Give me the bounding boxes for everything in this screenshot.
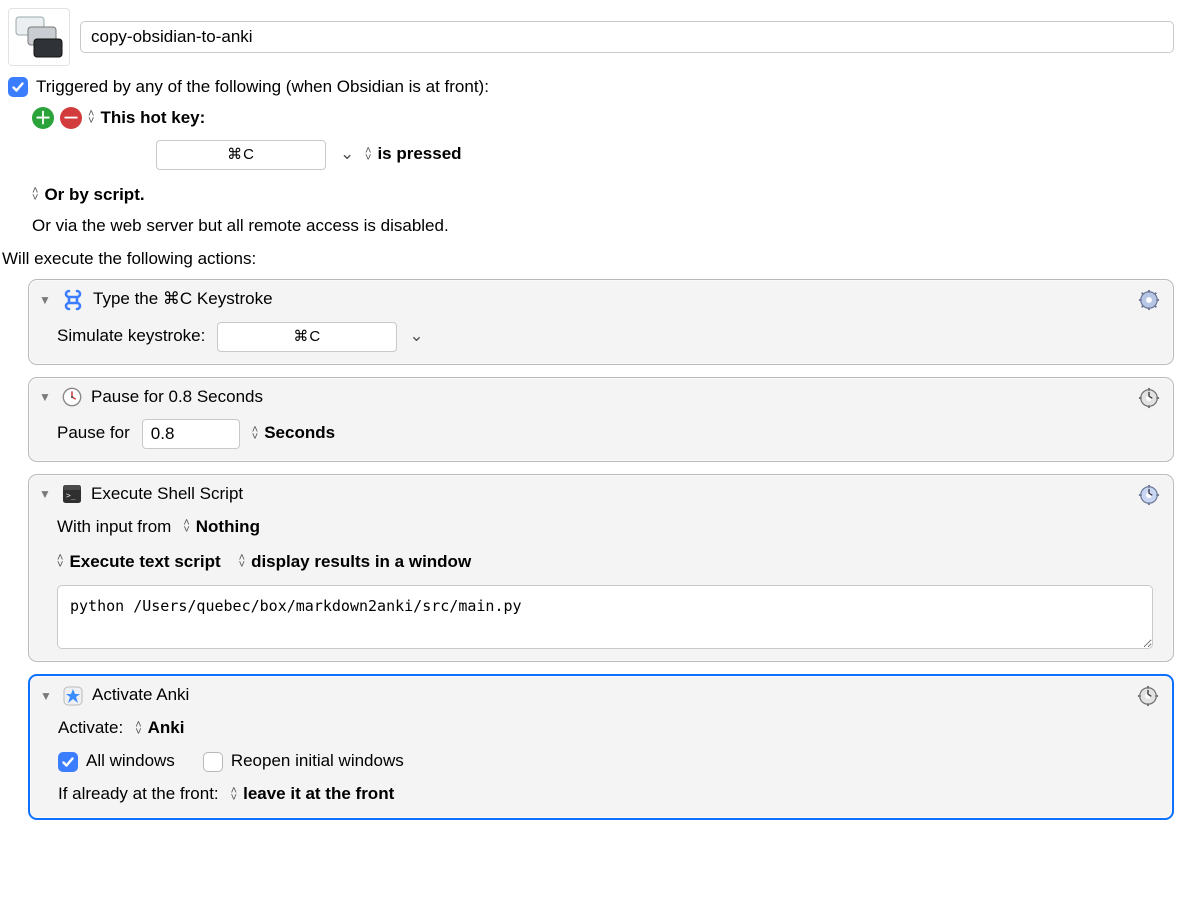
- gear-icon[interactable]: [1135, 384, 1163, 412]
- actions-heading: Will execute the following actions:: [0, 242, 1184, 279]
- hotkey-mode-stepper[interactable]: ˄˅: [365, 148, 371, 162]
- add-trigger-button[interactable]: ＋: [32, 107, 54, 129]
- action-title: Execute Shell Script: [91, 483, 243, 506]
- pause-unit-stepper[interactable]: ˄˅: [252, 427, 258, 441]
- macro-icon[interactable]: [8, 8, 70, 66]
- activate-label: Activate:: [58, 717, 123, 740]
- trigger-heading: Triggered by any of the following (when …: [36, 76, 489, 99]
- input-from-stepper[interactable]: ˄˅: [183, 520, 189, 534]
- action-title: Type the ⌘C Keystroke: [93, 288, 273, 311]
- all-windows-label: All windows: [86, 750, 175, 773]
- pause-duration-input[interactable]: [142, 419, 240, 449]
- gear-icon[interactable]: [1135, 481, 1163, 509]
- hotkey-label: This hot key:: [100, 107, 205, 130]
- disclosure-icon[interactable]: ▼: [39, 389, 53, 405]
- action-shell-script[interactable]: ▼ >_ Execute Shell Script With input fro…: [28, 474, 1174, 663]
- action-title: Activate Anki: [92, 684, 189, 707]
- or-script-label: Or by script.: [44, 184, 144, 207]
- activate-app-name: Anki: [148, 717, 185, 740]
- clock-icon: [61, 386, 83, 408]
- remove-trigger-button[interactable]: －: [60, 107, 82, 129]
- already-front-label: If already at the front:: [58, 783, 219, 806]
- gear-icon[interactable]: [1135, 286, 1163, 314]
- trigger-type-stepper[interactable]: ˄˅: [88, 111, 94, 125]
- hotkey-dropdown-icon[interactable]: ⌄: [340, 143, 351, 166]
- all-windows-checkbox[interactable]: [58, 752, 78, 772]
- action-activate-app[interactable]: ▼ Activate Anki Activate: ˄˅ Anki All wi: [28, 674, 1174, 820]
- keystroke-dropdown-icon[interactable]: ⌄: [409, 325, 420, 348]
- already-front-stepper[interactable]: ˄˅: [231, 788, 237, 802]
- script-textarea[interactable]: [57, 585, 1153, 649]
- input-from-value: Nothing: [196, 516, 260, 539]
- macro-name-input[interactable]: [80, 21, 1174, 53]
- gear-icon[interactable]: [1134, 682, 1162, 710]
- pause-for-label: Pause for: [57, 422, 130, 445]
- display-mode-label: display results in a window: [251, 551, 471, 574]
- hotkey-mode-label: is pressed: [377, 143, 461, 166]
- terminal-icon: >_: [61, 483, 83, 505]
- simulate-keystroke-label: Simulate keystroke:: [57, 325, 205, 348]
- reopen-windows-checkbox[interactable]: [203, 752, 223, 772]
- reopen-windows-label: Reopen initial windows: [231, 750, 404, 773]
- already-front-value: leave it at the front: [243, 783, 394, 806]
- svg-text:>_: >_: [66, 491, 76, 500]
- input-from-label: With input from: [57, 516, 171, 539]
- or-web-label: Or via the web server but all remote acc…: [32, 215, 449, 238]
- command-icon: [61, 288, 85, 312]
- keystroke-field[interactable]: ⌘C: [217, 322, 397, 352]
- activate-app-stepper[interactable]: ˄˅: [135, 722, 141, 736]
- disclosure-icon[interactable]: ▼: [39, 292, 53, 308]
- action-title: Pause for 0.8 Seconds: [91, 386, 263, 409]
- anki-app-icon: [62, 685, 84, 707]
- macro-enabled-checkbox[interactable]: [8, 77, 28, 97]
- hotkey-recorder[interactable]: ⌘C: [156, 140, 326, 170]
- disclosure-icon[interactable]: ▼: [39, 486, 53, 502]
- action-pause[interactable]: ▼ Pause for 0.8 Seconds Pause for ˄˅ Sec…: [28, 377, 1174, 462]
- script-mode-stepper[interactable]: ˄˅: [57, 555, 63, 569]
- disclosure-icon[interactable]: ▼: [40, 688, 54, 704]
- action-type-keystroke[interactable]: ▼ Type the ⌘C Keystroke Simulate keystro…: [28, 279, 1174, 365]
- script-mode-label: Execute text script: [69, 551, 220, 574]
- pause-unit-label: Seconds: [264, 422, 335, 445]
- script-trigger-stepper[interactable]: ˄˅: [32, 188, 38, 202]
- display-mode-stepper[interactable]: ˄˅: [239, 555, 245, 569]
